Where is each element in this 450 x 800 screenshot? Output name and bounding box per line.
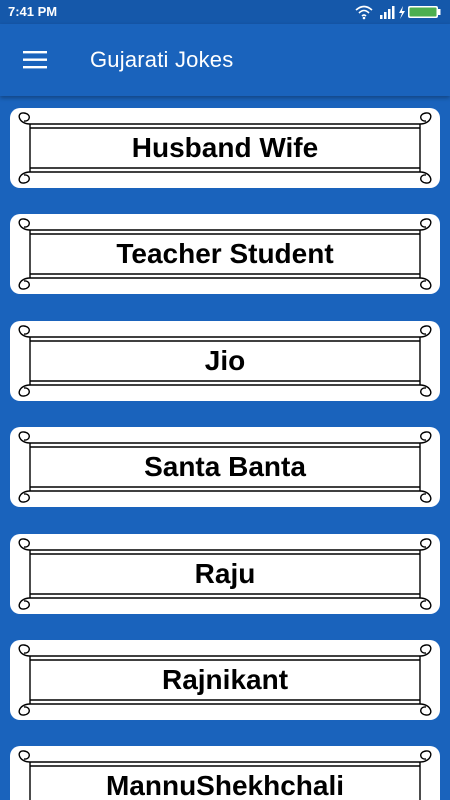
category-card-jio[interactable]: Jio: [10, 321, 440, 401]
app-title: Gujarati Jokes: [90, 47, 234, 72]
status-icons: [354, 3, 444, 21]
battery-icon: [408, 6, 441, 18]
category-card-mannushekhchali[interactable]: MannuShekhchali: [10, 746, 440, 800]
category-label: Raju: [194, 558, 256, 589]
category-label: Husband Wife: [131, 132, 319, 163]
menu-button[interactable]: [12, 38, 56, 82]
status-bar: 7:41 PM: [0, 0, 450, 24]
status-time: 7:41 PM: [8, 4, 58, 19]
wifi-icon: [355, 5, 373, 20]
category-label: Rajnikant: [161, 664, 289, 695]
app-bar: Gujarati Jokes: [0, 24, 450, 96]
category-card-husband-wife[interactable]: Husband Wife: [10, 108, 440, 188]
category-label: Santa Banta: [144, 451, 306, 482]
category-card-rajnikant[interactable]: Rajnikant: [10, 640, 440, 720]
signal-icon: [380, 6, 395, 19]
category-label: Jio: [204, 345, 246, 376]
category-card-raju[interactable]: Raju: [10, 534, 440, 614]
charging-icon: [399, 6, 405, 19]
category-card-teacher-student[interactable]: Teacher Student: [10, 214, 440, 294]
category-label: Teacher Student: [116, 238, 334, 269]
category-list: Husband Wife Teacher Student Jio Santa B…: [0, 96, 450, 800]
category-label: MannuShekhchali: [105, 770, 345, 800]
hamburger-menu-icon: [23, 51, 47, 69]
category-card-santa-banta[interactable]: Santa Banta: [10, 427, 440, 507]
